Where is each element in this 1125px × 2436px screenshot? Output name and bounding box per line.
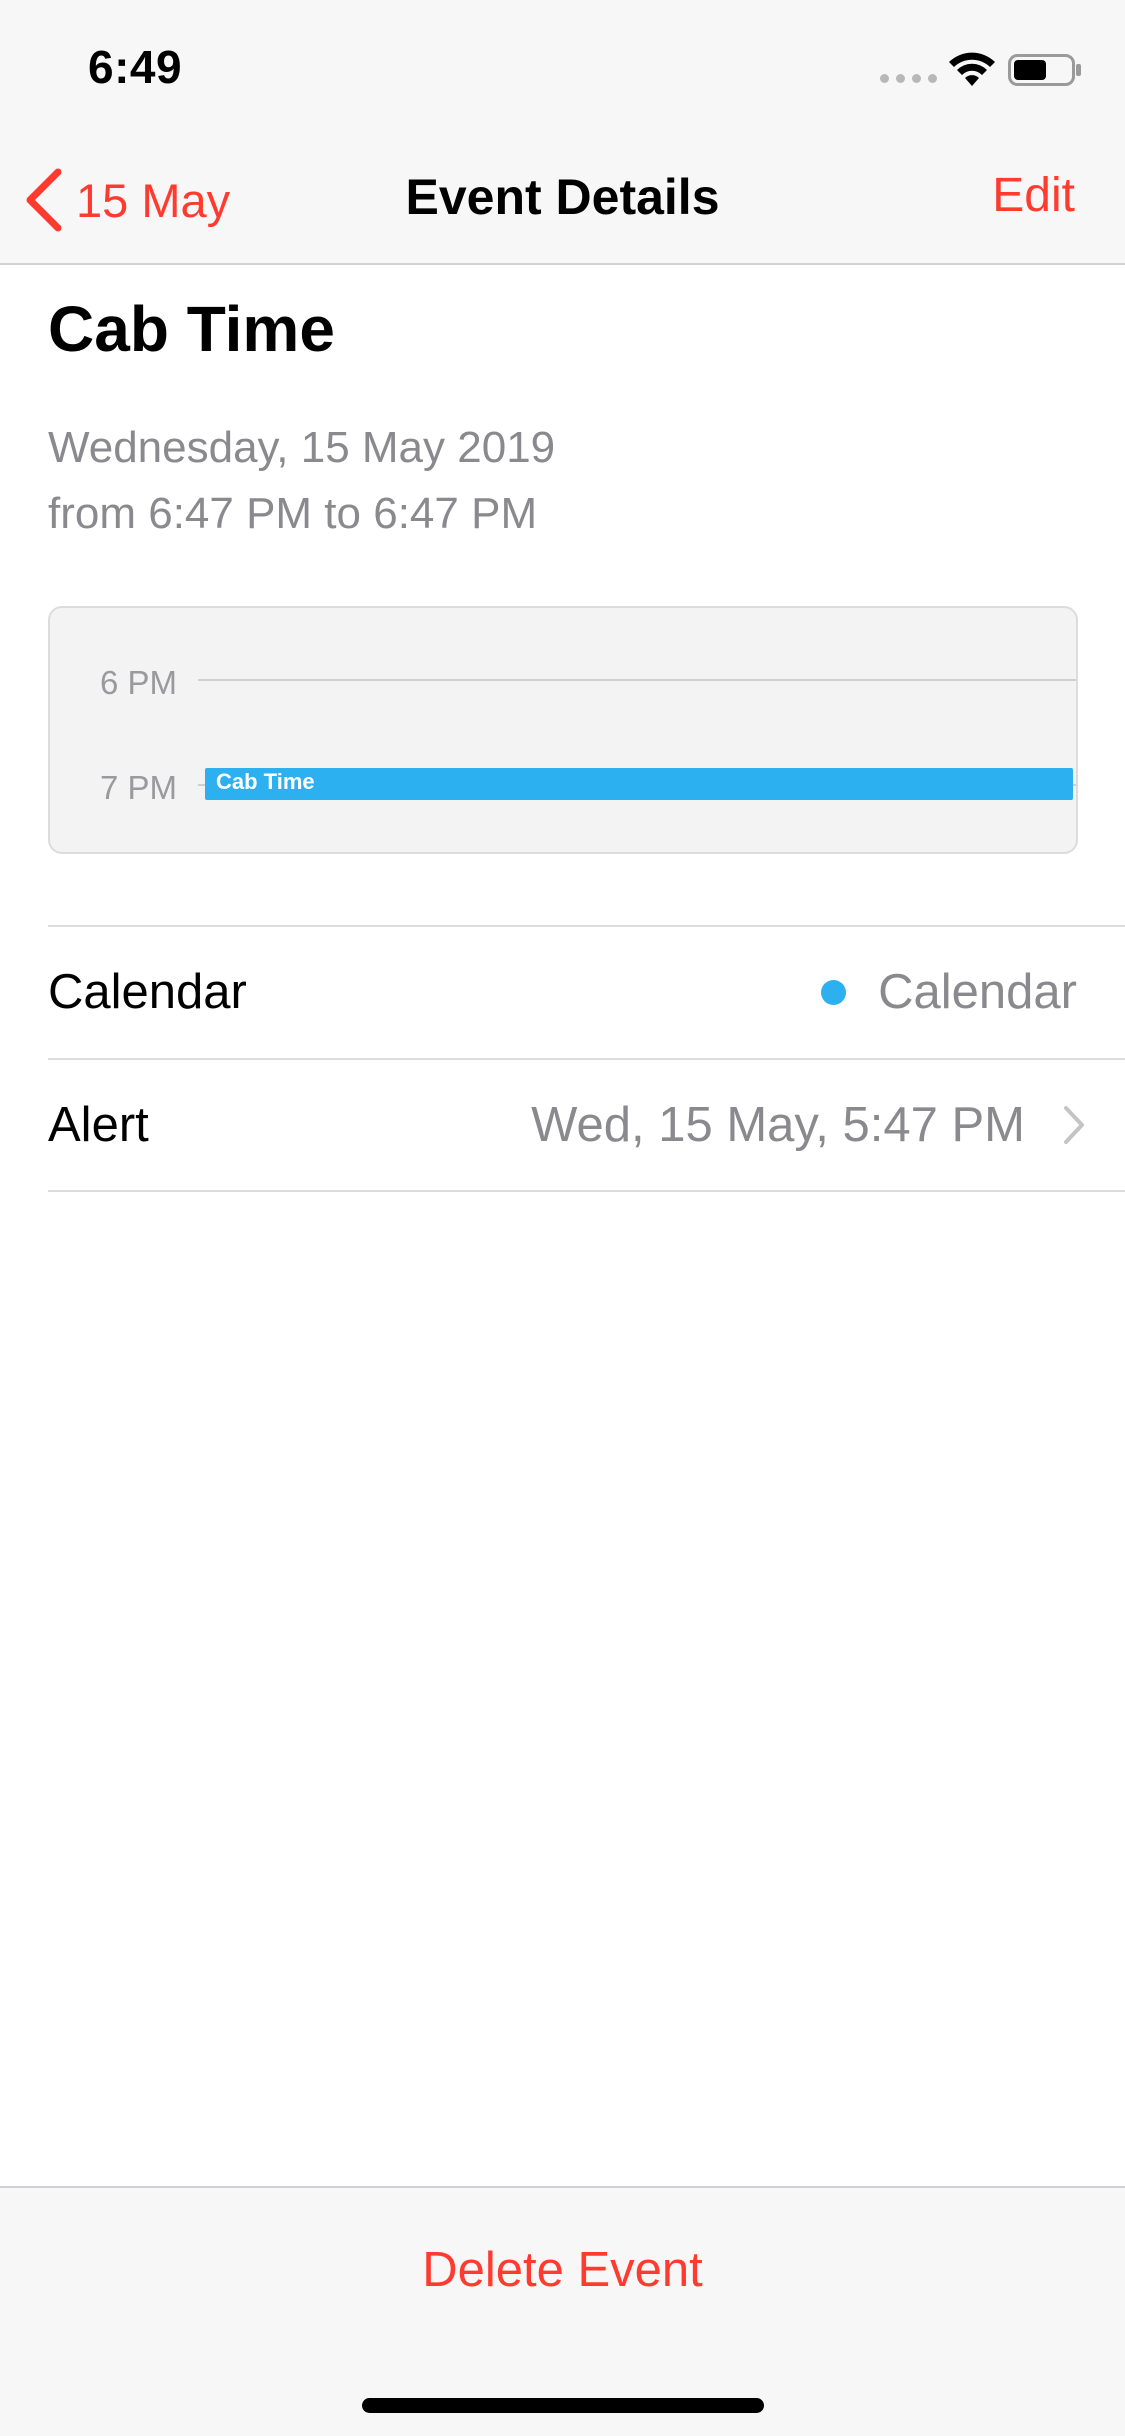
timeline-event-block[interactable]: Cab Time [205, 768, 1073, 800]
battery-icon [1008, 54, 1081, 86]
timeline-event-label: Cab Time [216, 769, 315, 794]
timeline-hour-line [198, 679, 1076, 681]
alert-time: Wed, 15 May, 5:47 PM [531, 1098, 1025, 1152]
event-title: Cab Time [48, 293, 335, 365]
timeline-hour-label: 6 PM [100, 664, 178, 701]
divider [48, 1190, 1125, 1192]
edit-button[interactable]: Edit [992, 168, 1075, 223]
page-title: Event Details [405, 169, 720, 225]
wifi-icon [949, 52, 995, 86]
bottom-toolbar: Delete Event [0, 2186, 1125, 2436]
alert-row[interactable]: Alert Wed, 15 May, 5:47 PM [48, 1060, 1125, 1190]
event-time-range: from 6:47 PM to 6:47 PM [48, 489, 538, 538]
delete-event-button[interactable]: Delete Event [0, 2242, 1125, 2298]
calendar-row-label: Calendar [48, 965, 247, 1019]
event-date: Wednesday, 15 May 2019 [48, 423, 556, 472]
alert-row-label: Alert [48, 1098, 149, 1152]
calendar-row[interactable]: Calendar Calendar [48, 927, 1125, 1057]
event-details-screen: 6:49 15 May Event Details Edit Cab Time … [0, 0, 1125, 2436]
home-indicator[interactable] [362, 2398, 764, 2413]
chevron-right-icon [1064, 1106, 1084, 1144]
top-bar: 6:49 15 May Event Details Edit [0, 0, 1125, 265]
timeline-hour-label: 7 PM [100, 769, 178, 806]
alert-row-value: Wed, 15 May, 5:47 PM [531, 1097, 1085, 1153]
cellular-signal-icon [880, 74, 937, 83]
calendar-color-dot-icon [821, 979, 847, 1005]
calendar-row-value: Calendar [821, 964, 1077, 1020]
day-timeline-preview: 6 PM 7 PM Cab Time [48, 606, 1078, 854]
calendar-name: Calendar [878, 965, 1077, 1019]
status-time: 6:49 [88, 41, 183, 93]
